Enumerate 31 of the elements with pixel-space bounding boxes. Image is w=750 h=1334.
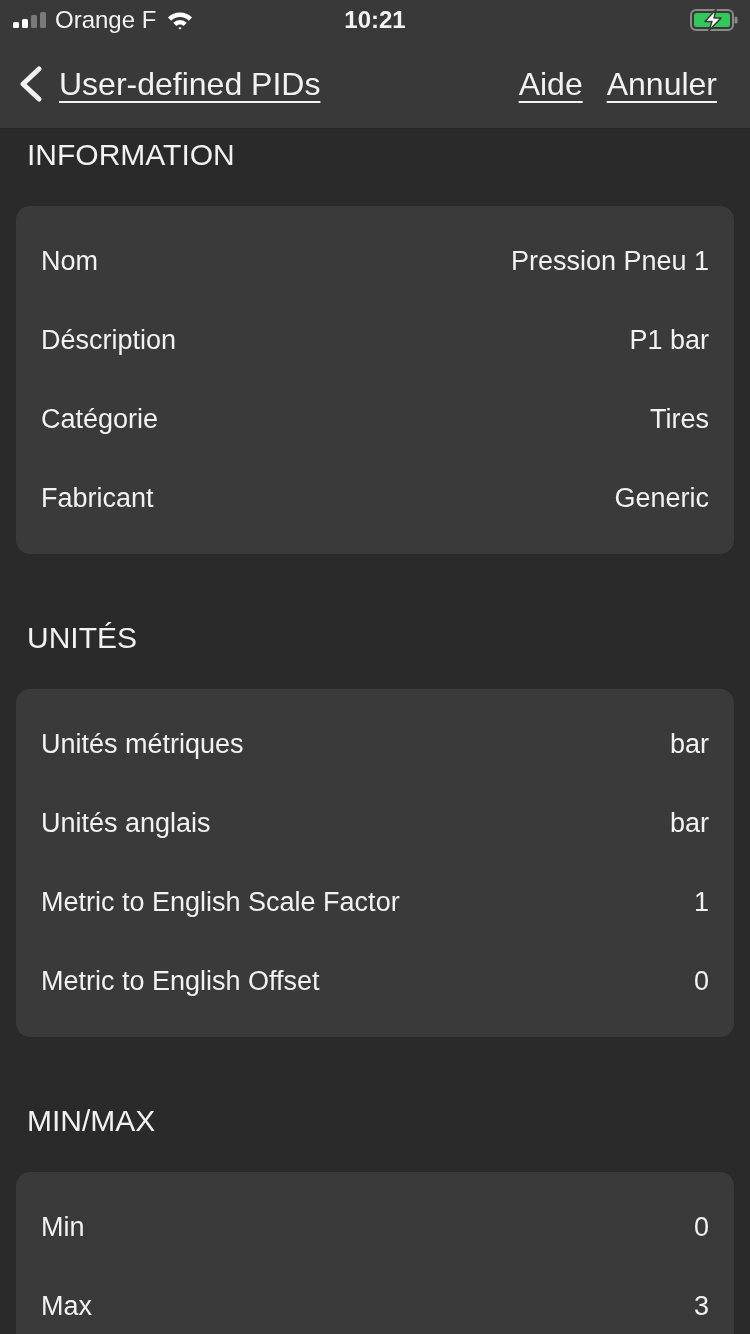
nav-action-link[interactable]: Aide	[518, 68, 583, 100]
section-header: MIN/MAX	[27, 1106, 156, 1136]
field-label: Min	[41, 1214, 85, 1241]
back-link[interactable]: User-defined PIDs	[18, 66, 321, 102]
field-value: 0	[693, 1214, 709, 1241]
field-value: bar	[669, 731, 709, 758]
section-header: UNITÉS	[27, 623, 137, 653]
signal-icon	[13, 12, 47, 28]
field-label: Fabricant	[41, 485, 154, 512]
field-value: bar	[669, 810, 709, 837]
field-value: 0	[693, 968, 709, 995]
nav-action-link[interactable]: Annuler	[606, 68, 717, 100]
field-value: Pression Pneu 1	[510, 248, 709, 275]
field-label: Unités métriques	[41, 731, 244, 758]
field-label: Max	[41, 1293, 92, 1320]
field-value: Generic	[614, 485, 709, 512]
field-value: 1	[693, 889, 709, 916]
field-label: Metric to English Offset	[41, 968, 320, 995]
field-label: Metric to English Scale Factor	[41, 889, 400, 916]
section-header: INFORMATION	[27, 140, 235, 170]
clock-time: 10:21	[344, 8, 406, 32]
carrier-name: Orange F	[55, 8, 157, 32]
field-value: Tires	[650, 406, 709, 433]
wifi-icon	[167, 10, 194, 30]
field-value: P1 bar	[629, 327, 709, 354]
field-value: 3	[693, 1293, 709, 1320]
field-label: Déscription	[41, 327, 177, 354]
field-label: Unités anglais	[41, 810, 211, 837]
back-chevron-icon	[18, 66, 43, 102]
field-label: Nom	[41, 248, 98, 275]
field-label: Catégorie	[41, 406, 159, 433]
